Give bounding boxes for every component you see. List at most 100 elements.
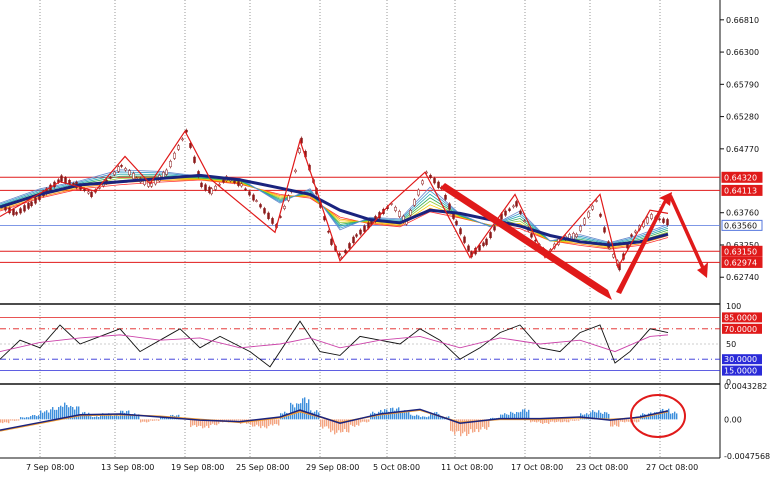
x-axis-label: 25 Sep 08:00 [236, 463, 289, 472]
candle-body [117, 166, 120, 172]
macd-histogram-bar [412, 415, 414, 420]
macd-tick-label: 0.00 [724, 415, 742, 424]
macd-histogram-bar [112, 416, 114, 420]
macd-histogram-bar [326, 419, 328, 427]
macd-histogram-bar [408, 412, 410, 420]
macd-histogram-bar [340, 419, 342, 433]
macd-histogram-bar [144, 419, 146, 422]
macd-histogram-bar [574, 419, 576, 421]
macd-histogram-bar [116, 415, 118, 420]
oscillator-level-badge-label: 85.0000 [724, 313, 757, 322]
macd-histogram-bar [542, 419, 544, 424]
candle-body [233, 180, 236, 183]
candle-body [508, 208, 511, 211]
macd-histogram-bar [156, 419, 158, 421]
macd-histogram-bar [98, 416, 100, 420]
macd-histogram-bar [276, 419, 278, 425]
candle-body [214, 185, 217, 190]
macd-histogram-bar [418, 415, 420, 420]
candle-body [210, 188, 213, 195]
macd-histogram-bar [6, 419, 8, 423]
macd-histogram-bar [274, 419, 276, 425]
macd-histogram-bar [552, 419, 554, 422]
x-axis-label: 27 Oct 08:00 [646, 463, 698, 472]
candle-body [218, 183, 221, 186]
x-axis-label: 11 Oct 08:00 [441, 463, 493, 472]
macd-histogram-bar [290, 402, 292, 420]
candle-body [572, 233, 575, 240]
macd-histogram-bar [8, 419, 10, 424]
candle-body [444, 195, 447, 200]
candle-body [583, 218, 586, 225]
macd-histogram-bar [566, 419, 568, 423]
price-tick-label: 0.65790 [726, 80, 759, 89]
macd-histogram-bar [16, 419, 18, 421]
macd-histogram-bar [410, 414, 412, 420]
candle-body [591, 205, 594, 210]
macd-histogram-bar [14, 419, 16, 421]
price-tick-label: 0.63760 [726, 209, 759, 218]
x-axis-label: 29 Sep 08:00 [306, 463, 359, 472]
x-axis-label: 5 Oct 08:00 [373, 463, 420, 472]
macd-histogram-bar [422, 416, 424, 420]
candle-body [504, 210, 507, 216]
macd-histogram-bar [434, 412, 436, 420]
macd-histogram-bar [152, 419, 154, 421]
macd-histogram-bar [556, 419, 558, 422]
candle-body [83, 188, 86, 191]
macd-histogram-bar [558, 419, 560, 422]
macd-histogram-bar [578, 419, 580, 421]
candle-body [204, 184, 207, 191]
macd-histogram-bar [30, 416, 32, 420]
candle-body [448, 203, 451, 210]
price-tick-label: 0.66300 [726, 48, 759, 57]
macd-histogram-bar [426, 417, 428, 420]
macd-histogram-bar [266, 419, 268, 429]
candle-body [283, 205, 286, 209]
macd-histogram-bar [96, 416, 98, 420]
price-tick-label: 0.62740 [726, 273, 759, 282]
candle-body [271, 218, 274, 224]
macd-histogram-bar [570, 419, 572, 421]
candle-body [30, 201, 33, 207]
macd-histogram-bar [78, 406, 80, 420]
macd-histogram-bar [674, 411, 676, 420]
macd-histogram-bar [154, 419, 156, 421]
candle-body [259, 204, 262, 208]
macd-histogram-bar [576, 419, 578, 421]
macd-histogram-bar [676, 413, 678, 420]
macd-histogram-bar [328, 419, 330, 429]
oscillator-level-badge-label: 15.0000 [724, 367, 757, 376]
macd-histogram-bar [450, 419, 452, 431]
candle-body [482, 242, 485, 247]
candle-body [193, 156, 196, 163]
macd-histogram-bar [158, 419, 160, 421]
macd-histogram-bar [524, 409, 526, 420]
macd-histogram-bar [58, 407, 60, 420]
candle-body [634, 230, 637, 233]
candle-body [650, 214, 653, 219]
candle-body [27, 202, 30, 209]
x-axis-label: 19 Sep 08:00 [171, 463, 224, 472]
candle-body [352, 236, 355, 244]
macd-histogram-bar [150, 419, 152, 421]
oscillator-tick-label: 100 [726, 302, 741, 311]
macd-histogram-bar [546, 419, 548, 423]
macd-histogram-bar [238, 419, 240, 421]
candle-body [240, 183, 243, 187]
macd-histogram-bar [660, 409, 662, 420]
candle-body [252, 194, 255, 201]
candle-body [463, 236, 466, 243]
macd-histogram-bar [306, 403, 308, 420]
x-axis-label: 7 Sep 08:00 [26, 463, 74, 472]
macd-histogram-bar [626, 419, 628, 422]
macd-histogram-bar [360, 419, 362, 423]
macd-histogram-bar [358, 419, 360, 426]
macd-histogram-bar [362, 419, 364, 422]
candle-body [327, 230, 330, 233]
candle-body [398, 211, 401, 217]
macd-histogram-bar [668, 411, 670, 420]
macd-histogram-bar [10, 419, 12, 421]
candle-body [113, 171, 116, 175]
level-badge-label: 0.62974 [724, 258, 757, 267]
